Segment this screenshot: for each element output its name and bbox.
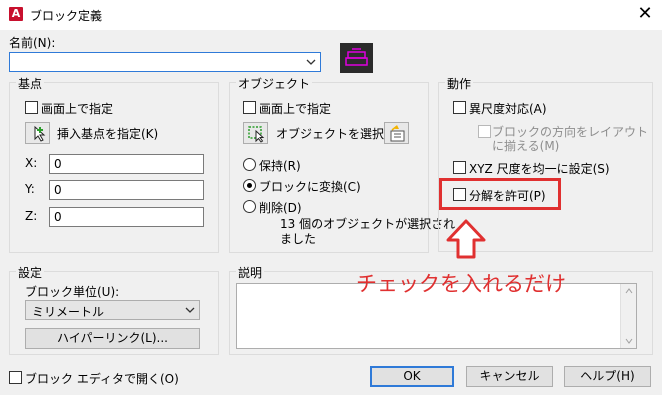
- z-input[interactable]: 0: [49, 207, 204, 227]
- quick-select-button[interactable]: [384, 122, 409, 144]
- chevron-down-icon: [306, 59, 316, 65]
- annotation-text: チェックを入れるだけ: [356, 272, 566, 296]
- select-objects-icon: [248, 126, 265, 143]
- cancel-button[interactable]: キャンセル: [466, 366, 553, 387]
- objects-onscreen-label: 画面上で指定: [259, 102, 332, 116]
- open-in-editor-checkbox[interactable]: [9, 371, 22, 384]
- x-label: X:: [25, 156, 38, 170]
- pick-point-button[interactable]: [25, 122, 50, 144]
- selection-count-text-2: ました: [280, 232, 317, 246]
- convert-label: ブロックに変換(C): [259, 180, 361, 194]
- block-unit-select[interactable]: ミリメートル: [25, 300, 200, 320]
- scroll-up-icon: [625, 288, 633, 294]
- annotative-checkbox[interactable]: [453, 101, 466, 114]
- delete-radio[interactable]: [243, 200, 256, 213]
- y-input[interactable]: 0: [49, 180, 204, 200]
- block-unit-label: ブロック単位(U):: [25, 285, 120, 299]
- help-button[interactable]: ヘルプ(H): [564, 366, 651, 387]
- name-label: 名前(N):: [9, 36, 56, 50]
- chevron-down-icon: [185, 307, 195, 313]
- objects-onscreen-checkbox[interactable]: [243, 101, 256, 114]
- settings-title: 設定: [16, 264, 45, 281]
- allow-explode-label: 分解を許可(P): [469, 189, 546, 203]
- scroll-down-icon: [625, 338, 633, 344]
- autocad-app-icon: A: [9, 7, 23, 21]
- block-unit-value: ミリメートル: [32, 305, 105, 319]
- pick-point-icon: [34, 125, 46, 142]
- uniform-scale-label: XYZ 尺度を均一に設定(S): [469, 162, 610, 176]
- basepoint-onscreen-checkbox[interactable]: [25, 101, 38, 114]
- select-objects-label: オブジェクトを選択(T): [276, 127, 401, 141]
- convert-radio[interactable]: [243, 179, 256, 192]
- quick-select-icon: [390, 125, 405, 142]
- objects-title: オブジェクト: [236, 75, 313, 92]
- select-objects-button[interactable]: [243, 122, 268, 144]
- behavior-title: 動作: [445, 75, 474, 92]
- close-icon[interactable]: ✕: [634, 3, 656, 25]
- match-orientation-label-2: に揃える(M): [492, 139, 560, 153]
- open-in-editor-label: ブロック エディタで開く(O): [25, 372, 179, 386]
- description-title: 説明: [236, 264, 265, 281]
- ok-button[interactable]: OK: [370, 366, 454, 387]
- hyperlink-button[interactable]: ハイパーリンク(L)...: [25, 328, 200, 349]
- match-orientation-checkbox[interactable]: [478, 125, 491, 138]
- annotative-label: 異尺度対応(A): [469, 102, 547, 116]
- arrow-up-icon: [446, 219, 486, 259]
- x-input[interactable]: 0: [49, 154, 204, 174]
- y-label: Y:: [25, 182, 35, 196]
- delete-label: 削除(D): [259, 201, 302, 215]
- z-label: Z:: [25, 209, 38, 223]
- allow-explode-checkbox[interactable]: [453, 188, 466, 201]
- retain-label: 保持(R): [259, 159, 301, 173]
- pick-point-label: 挿入基点を指定(K): [57, 127, 159, 141]
- name-combobox[interactable]: [9, 52, 321, 72]
- window-title: ブロック定義: [30, 9, 103, 23]
- description-scrollbar[interactable]: [620, 284, 636, 348]
- basepoint-title: 基点: [16, 75, 45, 92]
- uniform-scale-checkbox[interactable]: [453, 161, 466, 174]
- retain-radio[interactable]: [243, 158, 256, 171]
- block-preview-icon: [340, 43, 373, 73]
- basepoint-onscreen-label: 画面上で指定: [41, 102, 114, 116]
